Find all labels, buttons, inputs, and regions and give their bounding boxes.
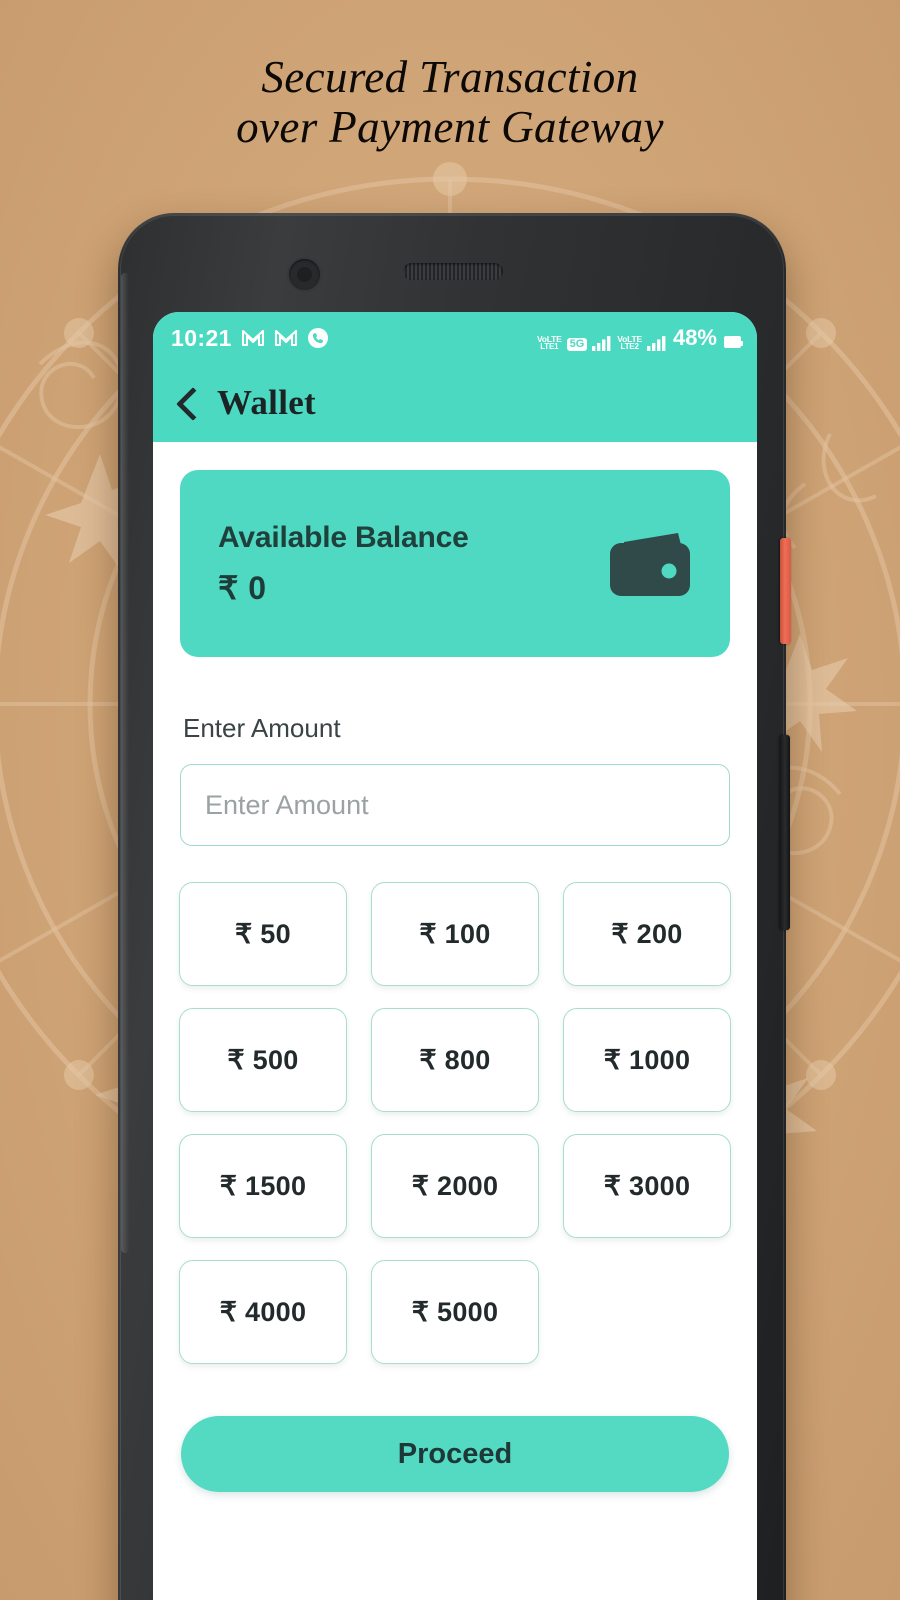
quick-amount-button[interactable]: ₹ 50 [179, 882, 347, 986]
back-chevron-icon[interactable] [175, 386, 197, 420]
balance-text-group: Available Balance ₹ 0 [218, 521, 604, 607]
quick-amount-button[interactable]: ₹ 100 [371, 882, 539, 986]
quick-amount-button[interactable]: ₹ 4000 [179, 1260, 347, 1364]
balance-label: Available Balance [218, 520, 469, 554]
quick-amount-button[interactable]: ₹ 1500 [179, 1134, 347, 1238]
available-balance-card: Available Balance ₹ 0 [180, 470, 730, 657]
gmail-icon [241, 329, 264, 347]
enter-amount-label: Enter Amount [183, 713, 341, 743]
phone-edge-highlight [121, 273, 129, 1253]
screen-content: Available Balance ₹ 0 Enter Amount Enter… [153, 470, 757, 1492]
proceed-button-wrapper: Proceed [153, 1364, 757, 1492]
amount-input[interactable]: Enter Amount [180, 764, 730, 846]
quick-amount-button[interactable]: ₹ 800 [371, 1008, 539, 1112]
headline-line-1: Secured Transaction [261, 52, 639, 102]
earpiece-speaker-icon [403, 263, 503, 280]
proceed-button[interactable]: Proceed [181, 1416, 729, 1492]
quick-amount-button[interactable]: ₹ 500 [179, 1008, 347, 1112]
quick-amount-button[interactable]: ₹ 2000 [371, 1134, 539, 1238]
volte-2-icon: VoLTE LTE2 [617, 334, 642, 351]
status-bar-left: 10:21 [171, 325, 329, 352]
quick-amount-grid: ₹ 50 ₹ 100 ₹ 200 ₹ 500 ₹ 800 ₹ 1000 ₹ 15… [179, 882, 731, 1364]
status-bar-right: VoLTE LTE1 5G VoLTE LTE2 48% [536, 325, 743, 351]
battery-icon [724, 336, 743, 348]
front-camera-icon [289, 259, 320, 290]
signal-bars-icon [592, 336, 611, 351]
volume-rocker-button[interactable] [780, 735, 790, 930]
phone-mockup: 10:21 VoLTE LTE1 5G VoLTE LTE2 48% Walle… [118, 213, 791, 1600]
wallet-icon [610, 532, 690, 596]
quick-amount-button[interactable]: ₹ 200 [563, 882, 731, 986]
signal-bars-icon [646, 336, 666, 351]
five-g-badge: 5G [566, 338, 588, 351]
quick-amount-button[interactable]: ₹ 1000 [563, 1008, 731, 1112]
page-title: Secured Transaction over Payment Gateway [0, 52, 900, 153]
power-button[interactable] [780, 538, 791, 644]
amount-input-placeholder: Enter Amount [205, 789, 369, 820]
app-bar: Wallet [153, 364, 757, 442]
headline-line-2: over Payment Gateway [236, 102, 664, 153]
battery-percentage: 48% [672, 325, 717, 350]
phone-screen: 10:21 VoLTE LTE1 5G VoLTE LTE2 48% Walle… [153, 312, 757, 1600]
status-bar: 10:21 VoLTE LTE1 5G VoLTE LTE2 48% [153, 312, 757, 364]
gmail-icon [274, 329, 297, 347]
status-bar-clock: 10:21 [171, 324, 232, 351]
phone-call-icon [307, 328, 328, 348]
quick-amount-button[interactable]: ₹ 5000 [371, 1260, 539, 1364]
balance-amount: ₹ 0 [218, 569, 267, 606]
quick-amount-button[interactable]: ₹ 3000 [563, 1134, 731, 1238]
app-bar-title: Wallet [217, 383, 317, 422]
volte-1-icon: VoLTE LTE1 [536, 334, 562, 351]
